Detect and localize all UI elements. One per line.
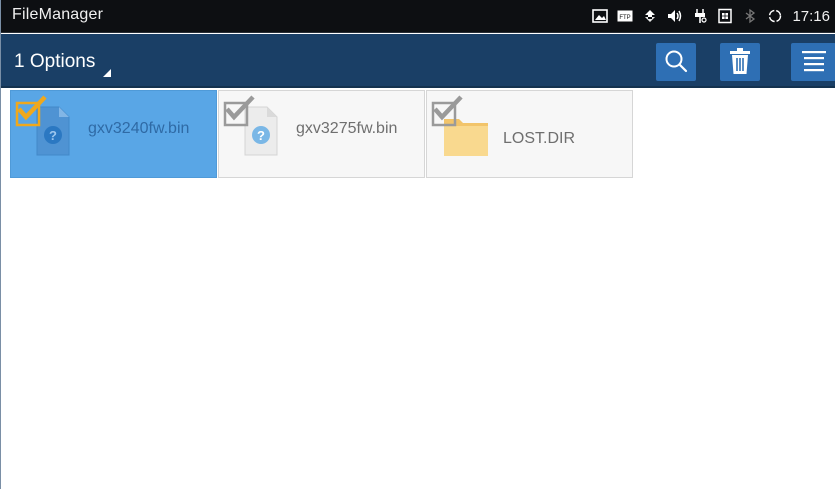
rotate-icon: [767, 8, 783, 24]
checkbox-checked-icon[interactable]: [15, 95, 49, 127]
ftp-icon: FTP: [617, 8, 633, 24]
volume-icon: [667, 8, 683, 24]
app-title: FileManager: [12, 6, 104, 23]
trash-icon: [730, 48, 750, 74]
file-grid: ? gxv3240fw.bin ? gxv3275fw.bin LOST.DIR: [1, 90, 835, 489]
svg-text:?: ?: [257, 128, 265, 143]
menu-icon: [801, 51, 826, 72]
checkbox-unchecked-icon[interactable]: [431, 95, 465, 127]
image-icon: [592, 8, 609, 24]
search-button[interactable]: [656, 43, 696, 81]
status-icons: FTP 17:16: [592, 5, 830, 27]
usb-icon: [692, 8, 708, 24]
sync-icon: [642, 8, 658, 24]
file-tile-gxv3240fw[interactable]: ? gxv3240fw.bin: [10, 90, 217, 178]
menu-button[interactable]: [791, 43, 835, 81]
bluetooth-icon: [742, 8, 758, 24]
svg-text:FTP: FTP: [620, 15, 631, 21]
checkbox-unchecked-icon[interactable]: [223, 95, 257, 127]
search-icon: [665, 50, 688, 73]
options-dropdown[interactable]: 1 Options: [14, 51, 112, 77]
svg-text:?: ?: [49, 128, 57, 143]
file-tile-gxv3275fw[interactable]: ? gxv3275fw.bin: [218, 90, 425, 178]
file-name: gxv3275fw.bin: [296, 120, 398, 137]
folder-tile-lost-dir[interactable]: LOST.DIR: [426, 90, 633, 178]
file-name: gxv3240fw.bin: [88, 120, 190, 137]
clock: 17:16: [792, 7, 830, 25]
options-label: 1 Options: [14, 51, 96, 72]
delete-button[interactable]: [720, 43, 760, 81]
action-bar: 1 Options: [1, 34, 835, 88]
dropdown-triangle-icon: [103, 69, 112, 77]
folder-name: LOST.DIR: [503, 130, 576, 147]
file-manager-window: FileManager FTP 17:16 1 Options ? gxv324…: [0, 0, 835, 489]
sim-icon: [717, 8, 733, 24]
status-bar: FileManager FTP 17:16: [1, 0, 835, 33]
